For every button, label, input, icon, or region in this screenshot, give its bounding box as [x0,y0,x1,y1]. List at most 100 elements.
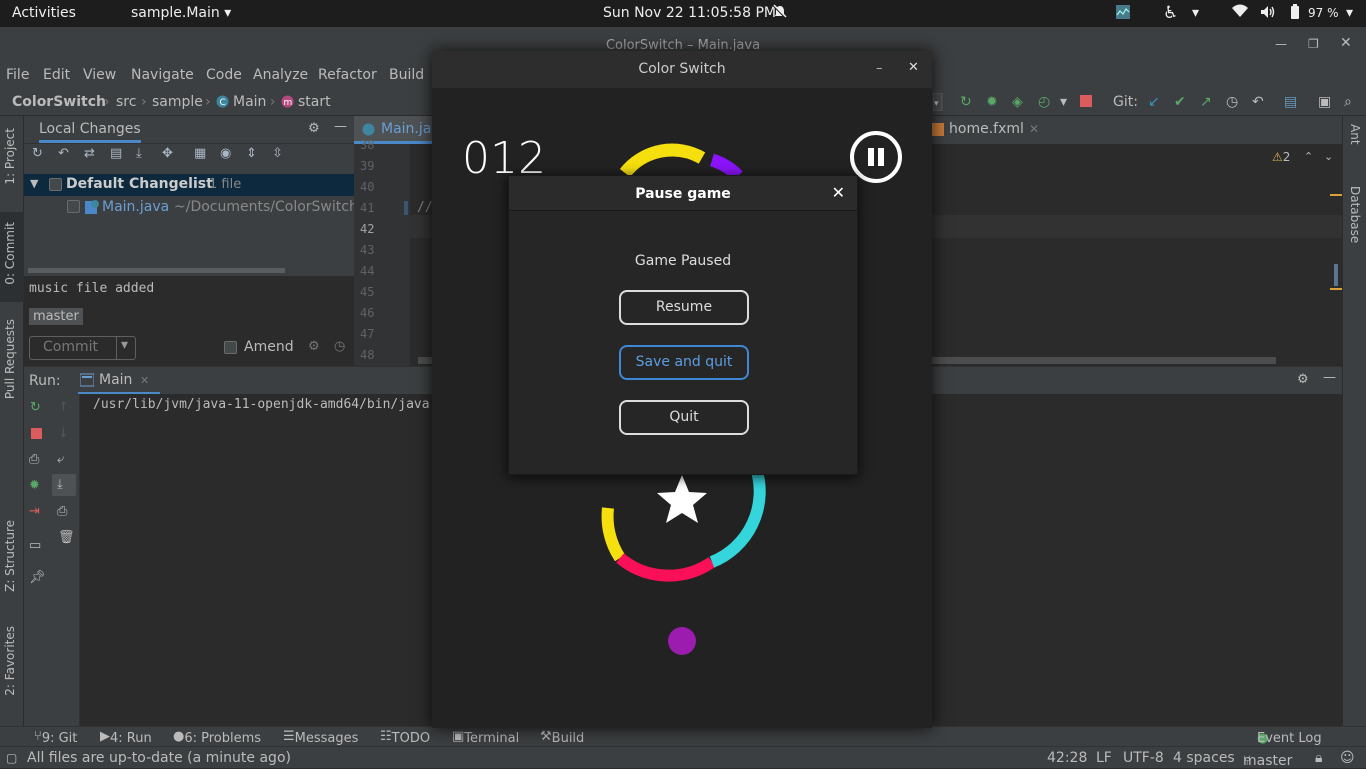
search-icon[interactable]: ⌕ [1344,94,1352,110]
caret-position[interactable]: 42:28 [1047,750,1087,766]
next-highlight-icon[interactable]: ⌄ [1324,150,1333,163]
activities-button[interactable]: Activities [12,5,76,21]
hide-panel-icon[interactable]: — [334,119,347,134]
menu-navigate[interactable]: Navigate [131,67,194,83]
code-comment[interactable]: // [417,200,433,215]
close-tab-icon[interactable]: ✕ [1029,122,1039,136]
close-icon[interactable]: ✕ [908,60,919,75]
maximize-icon[interactable]: ❐ [1308,37,1319,51]
rollback-icon[interactable]: ↶ [1252,94,1264,110]
breadcrumb-class[interactable]: Main [233,94,266,110]
menu-build[interactable]: Build [389,67,424,83]
profile-icon[interactable]: ◴ [1038,94,1050,110]
tool-problems[interactable]: ● 6: Problems [173,729,261,746]
breadcrumb-package[interactable]: sample [152,94,203,110]
tab-commit[interactable]: 0: Commit [3,222,17,285]
save-and-quit-button[interactable]: Save and quit [619,345,749,380]
inspection-icon[interactable]: ☺ [1340,750,1355,766]
system-monitor-icon[interactable] [1116,5,1130,23]
resume-button[interactable]: Resume [619,290,749,325]
tab-home-fxml[interactable]: home.fxml ✕ [932,116,1052,144]
commit-message-text[interactable]: music file added [29,281,154,296]
shelve-icon[interactable]: ⤓ [136,146,142,161]
rerun-icon[interactable]: ↻ [30,400,41,415]
refresh-icon[interactable]: ↻ [32,146,43,161]
rerun-icon[interactable]: ↻ [960,94,972,110]
tool-messages[interactable]: ☰ Messages [283,729,358,746]
commit-settings-icon[interactable]: ⚙ [308,339,320,354]
tab-pull-requests[interactable]: Pull Requests [3,319,17,399]
status-square-icon[interactable]: ▢ [6,751,17,765]
commit-history-icon[interactable]: ◷ [334,339,345,354]
minimize-icon[interactable]: — [1275,37,1287,51]
group-by-icon[interactable]: ▦ [194,146,206,161]
pin-icon[interactable]: 📌︎ [29,570,46,585]
debug-icon[interactable]: ✹ [986,94,998,110]
clock[interactable]: Sun Nov 22 11:05:58 PM [603,5,776,21]
commit-options-chevron-icon[interactable]: ▾ [116,337,128,359]
amend-checkbox[interactable] [224,341,237,354]
expand-arrow-icon[interactable]: ▼ [30,177,38,190]
warning-indicator[interactable]: ⚠2 [1272,150,1290,164]
tool-build[interactable]: ⚒ Build [540,729,584,746]
breadcrumb-project[interactable]: ColorSwitch [12,94,106,110]
menu-code[interactable]: Code [206,67,242,83]
run-config-dropdown[interactable]: ▾ [932,92,943,115]
menu-file[interactable]: File [6,67,29,83]
move-icon[interactable]: ✥ [162,146,173,161]
up-arrow-icon[interactable]: ↑ [58,400,69,415]
error-stripe-mark[interactable] [1330,288,1342,290]
hide-panel-icon[interactable]: — [1323,370,1336,385]
coverage-icon[interactable]: ◈ [1012,94,1023,110]
tool-todo[interactable]: ☷ TODO [380,729,430,746]
menu-edit[interactable]: Edit [43,67,70,83]
changelist-checkbox[interactable] [49,178,62,191]
system-menu-chevron-icon[interactable]: ▾ [1346,5,1353,21]
line-separator[interactable]: LF [1096,750,1112,766]
lock-icon[interactable]: 🔒︎ [1315,750,1322,766]
error-stripe-mark[interactable] [1330,194,1342,196]
menu-view[interactable]: View [83,67,116,83]
soft-wrap-icon[interactable]: ⤶ [57,452,64,467]
rollback-icon[interactable]: ↶ [58,146,69,161]
previous-highlight-icon[interactable]: ⌃ [1304,150,1313,163]
git-update-icon[interactable]: ↙ [1148,94,1160,110]
profile-chevron-icon[interactable]: ▾ [1060,94,1067,110]
file-row[interactable]: Main.java ~/Documents/ColorSwitch [24,196,354,218]
tool-git[interactable]: ⑂ 9: Git [34,729,77,746]
tab-project[interactable]: 1: Project [3,128,17,185]
accessibility-chevron-icon[interactable]: ▾ [1192,5,1199,21]
commit-button[interactable]: Commit ▾ [29,336,136,360]
trash-icon[interactable]: 🗑︎ [58,530,75,545]
git-commit-icon[interactable]: ✔ [1174,94,1186,110]
presentation-icon[interactable]: ▣ [1318,94,1331,110]
breadcrumb-src[interactable]: src [116,94,136,110]
changelist-row[interactable]: ▼ Default Changelist 1 file [24,174,354,196]
vertical-scrollbar[interactable] [1334,264,1338,286]
print-icon[interactable]: ⎙ [57,504,67,519]
status-message[interactable]: All files are up-to-date (a minute ago) [27,750,291,766]
collapse-all-icon[interactable]: ⇳ [272,146,283,161]
horizontal-scrollbar[interactable] [28,268,285,273]
scroll-to-end-icon[interactable]: ⤓ [57,477,63,492]
console-output[interactable]: /usr/lib/jvm/java-11-openjdk-amd64/bin/j… [93,397,430,412]
stop-icon[interactable] [31,428,42,443]
stop-icon[interactable] [1080,95,1092,111]
gear-icon[interactable]: ⚙ [308,121,320,136]
minimize-icon[interactable]: – [876,61,883,76]
volume-icon[interactable] [1260,4,1276,24]
file-checkbox[interactable] [67,200,80,213]
tab-local-changes[interactable]: Local Changes [39,121,141,143]
project-structure-icon[interactable]: ▤ [1284,94,1297,110]
gear-icon[interactable]: ⚙ [1297,372,1309,387]
tool-run[interactable]: ▶ 4: Run [100,729,152,746]
menu-analyze[interactable]: Analyze [253,67,308,83]
close-icon[interactable]: ✕ [1340,35,1352,51]
debug-icon[interactable]: ✹ [29,478,40,493]
tab-structure[interactable]: Z: Structure [3,520,17,592]
history-icon[interactable]: ◷ [1226,94,1238,110]
layout-icon[interactable]: ▭ [29,538,41,553]
accessibility-icon[interactable]: ♿︎ [1163,3,1178,23]
down-arrow-icon[interactable]: ↓ [58,426,69,441]
eye-icon[interactable]: ◉ [220,146,231,161]
